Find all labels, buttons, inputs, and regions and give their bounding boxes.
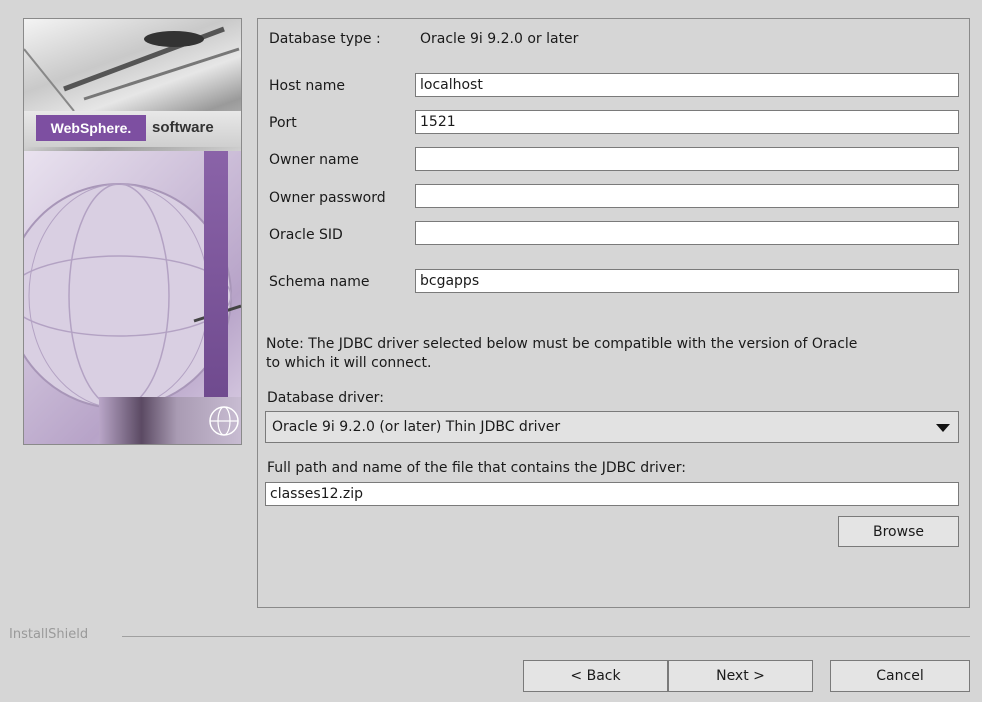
jdbc-path-input[interactable] — [265, 482, 959, 506]
owner-password-label: Owner password — [269, 190, 386, 206]
next-button-label: Next > — [716, 668, 765, 684]
websphere-banner: WebSphere. software — [23, 18, 242, 445]
owner-password-input[interactable] — [415, 184, 959, 208]
cancel-button[interactable]: Cancel — [830, 660, 970, 692]
software-wordmark: software — [152, 119, 214, 136]
database-type-value: Oracle 9i 9.2.0 or later — [420, 31, 579, 47]
port-input[interactable] — [415, 110, 959, 134]
database-driver-select[interactable]: Oracle 9i 9.2.0 (or later) Thin JDBC dri… — [265, 411, 959, 443]
browse-button[interactable]: Browse — [838, 516, 959, 547]
websphere-logo: WebSphere. — [36, 115, 146, 141]
banner-thumbnails — [99, 397, 241, 444]
jdbc-path-label: Full path and name of the file that cont… — [267, 460, 686, 476]
jdbc-note-line2: to which it will connect. — [266, 355, 432, 371]
database-driver-selected: Oracle 9i 9.2.0 (or later) Thin JDBC dri… — [272, 419, 561, 435]
banner-stripe — [204, 151, 228, 401]
host-name-input[interactable] — [415, 73, 959, 97]
globe-icon — [209, 406, 239, 436]
back-button-label: < Back — [570, 668, 621, 684]
owner-name-input[interactable] — [415, 147, 959, 171]
next-button[interactable]: Next > — [668, 660, 813, 692]
banner-photo-art — [24, 26, 240, 111]
back-button[interactable]: < Back — [523, 660, 668, 692]
database-type-label: Database type : — [269, 31, 381, 47]
installshield-brand: InstallShield — [9, 627, 89, 642]
chevron-down-icon[interactable] — [936, 424, 950, 432]
oracle-sid-input[interactable] — [415, 221, 959, 245]
owner-name-label: Owner name — [269, 152, 359, 168]
port-label: Port — [269, 115, 297, 131]
jdbc-note-line1: Note: The JDBC driver selected below mus… — [266, 336, 858, 352]
host-name-label: Host name — [269, 78, 346, 94]
database-driver-label: Database driver: — [267, 390, 384, 406]
cancel-button-label: Cancel — [876, 668, 924, 684]
footer-separator — [122, 636, 970, 637]
oracle-sid-label: Oracle SID — [269, 227, 343, 243]
schema-name-input[interactable] — [415, 269, 959, 293]
schema-name-label: Schema name — [269, 274, 370, 290]
